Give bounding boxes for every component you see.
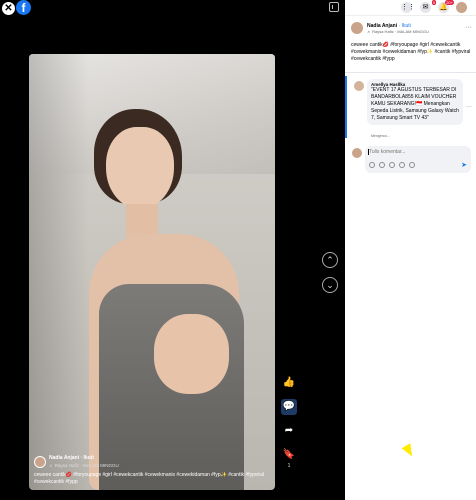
- divider: [345, 72, 476, 73]
- menu-grid-icon[interactable]: ⋮⋮: [401, 2, 415, 13]
- send-icon[interactable]: ➤: [461, 161, 467, 169]
- comment-input[interactable]: [369, 149, 465, 155]
- post-header: Nadia Anjani · Ikuti ♬ Raysa Hafiz · MAL…: [351, 22, 429, 34]
- video-caption-text: ceweee cantik💋 #foryoupage #girl #cewekc…: [34, 472, 265, 485]
- share-icon[interactable]: ➦: [281, 423, 297, 439]
- save-icon[interactable]: 🔖: [281, 447, 297, 463]
- video-subject: [84, 109, 274, 490]
- collapse-panel-icon[interactable]: [329, 2, 339, 12]
- facebook-logo-icon[interactable]: f: [16, 0, 31, 15]
- post-author-avatar[interactable]: [351, 22, 363, 34]
- subject-hands: [154, 314, 229, 394]
- comment-text: "EVENT 17 AGUSTUS TERBESAR DI BANDARBOLA…: [371, 87, 459, 121]
- emoji-icon[interactable]: [379, 162, 385, 168]
- like-icon[interactable]: 👍: [281, 375, 297, 391]
- comment-more-icon[interactable]: ···: [466, 104, 472, 110]
- notifications-icon[interactable]: 🔔 20+: [438, 0, 454, 13]
- commenter-avatar[interactable]: [354, 81, 364, 91]
- messenger-badge: 9: [431, 0, 436, 5]
- subject-face: [106, 127, 174, 209]
- save-count: 1: [287, 463, 291, 469]
- photo-viewer: ✕ f Nadia Anjani · Ikuti ♬ Raysa Hafiz ·…: [0, 0, 345, 500]
- video-follow-link[interactable]: · Ikuti: [81, 455, 94, 461]
- sticker-icon[interactable]: [409, 162, 415, 168]
- avatar-sticker-icon[interactable]: [369, 162, 375, 168]
- composer-tools: [369, 162, 415, 168]
- camera-icon[interactable]: [389, 162, 395, 168]
- reel-actions: 👍 💬 ➦ 🔖 1: [281, 375, 297, 475]
- comment-composer: ➤: [345, 145, 476, 175]
- post-side-panel: ⋮⋮ ✉ 9 🔔 20+ Nadia Anjani · Ikuti ♬ Raysa …: [345, 0, 476, 500]
- comment-box[interactable]: ➤: [365, 146, 471, 173]
- video-shadow: [29, 54, 89, 490]
- video-caption: Nadia Anjani · Ikuti ♬ Raysa Hafiz · MAL…: [34, 455, 270, 486]
- video-audio-label[interactable]: ♬ Raysa Hafiz · MALAM MINGGU: [49, 462, 119, 469]
- previous-reel-button[interactable]: ⌃: [322, 252, 338, 268]
- post-author-name[interactable]: Nadia Anjani: [367, 23, 397, 29]
- post-audio-label[interactable]: ♬ Raysa Hafiz · MALAM MINGGU: [367, 29, 429, 34]
- next-reel-button[interactable]: ⌄: [322, 277, 338, 293]
- messenger-icon[interactable]: ✉ 9: [420, 0, 436, 13]
- comment-meta[interactable]: Mengeroo...: [371, 134, 390, 138]
- comment-icon[interactable]: 💬: [281, 399, 297, 415]
- gif-icon[interactable]: [399, 162, 405, 168]
- post-follow-link[interactable]: · Ikuti: [399, 23, 411, 29]
- comment-bubble: Amellya Hasllka "EVENT 17 AGUSTUS TERBES…: [367, 79, 463, 125]
- comment-item: Amellya Hasllka "EVENT 17 AGUSTUS TERBES…: [345, 76, 476, 138]
- close-icon[interactable]: ✕: [2, 2, 15, 15]
- profile-avatar[interactable]: [456, 2, 467, 13]
- reel-video[interactable]: Nadia Anjani · Ikuti ♬ Raysa Hafiz · MAL…: [29, 54, 275, 490]
- notifications-badge: 20+: [445, 0, 454, 5]
- video-author-name[interactable]: Nadia Anjani: [49, 455, 79, 461]
- video-author-avatar[interactable]: [34, 456, 46, 468]
- top-bar: ⋮⋮ ✉ 9 🔔 20+: [345, 0, 476, 16]
- post-caption: ceweee cantik💋 #foryoupage #girl #cewekc…: [351, 42, 471, 62]
- composer-avatar: [352, 148, 362, 158]
- post-more-icon[interactable]: ···: [465, 24, 472, 31]
